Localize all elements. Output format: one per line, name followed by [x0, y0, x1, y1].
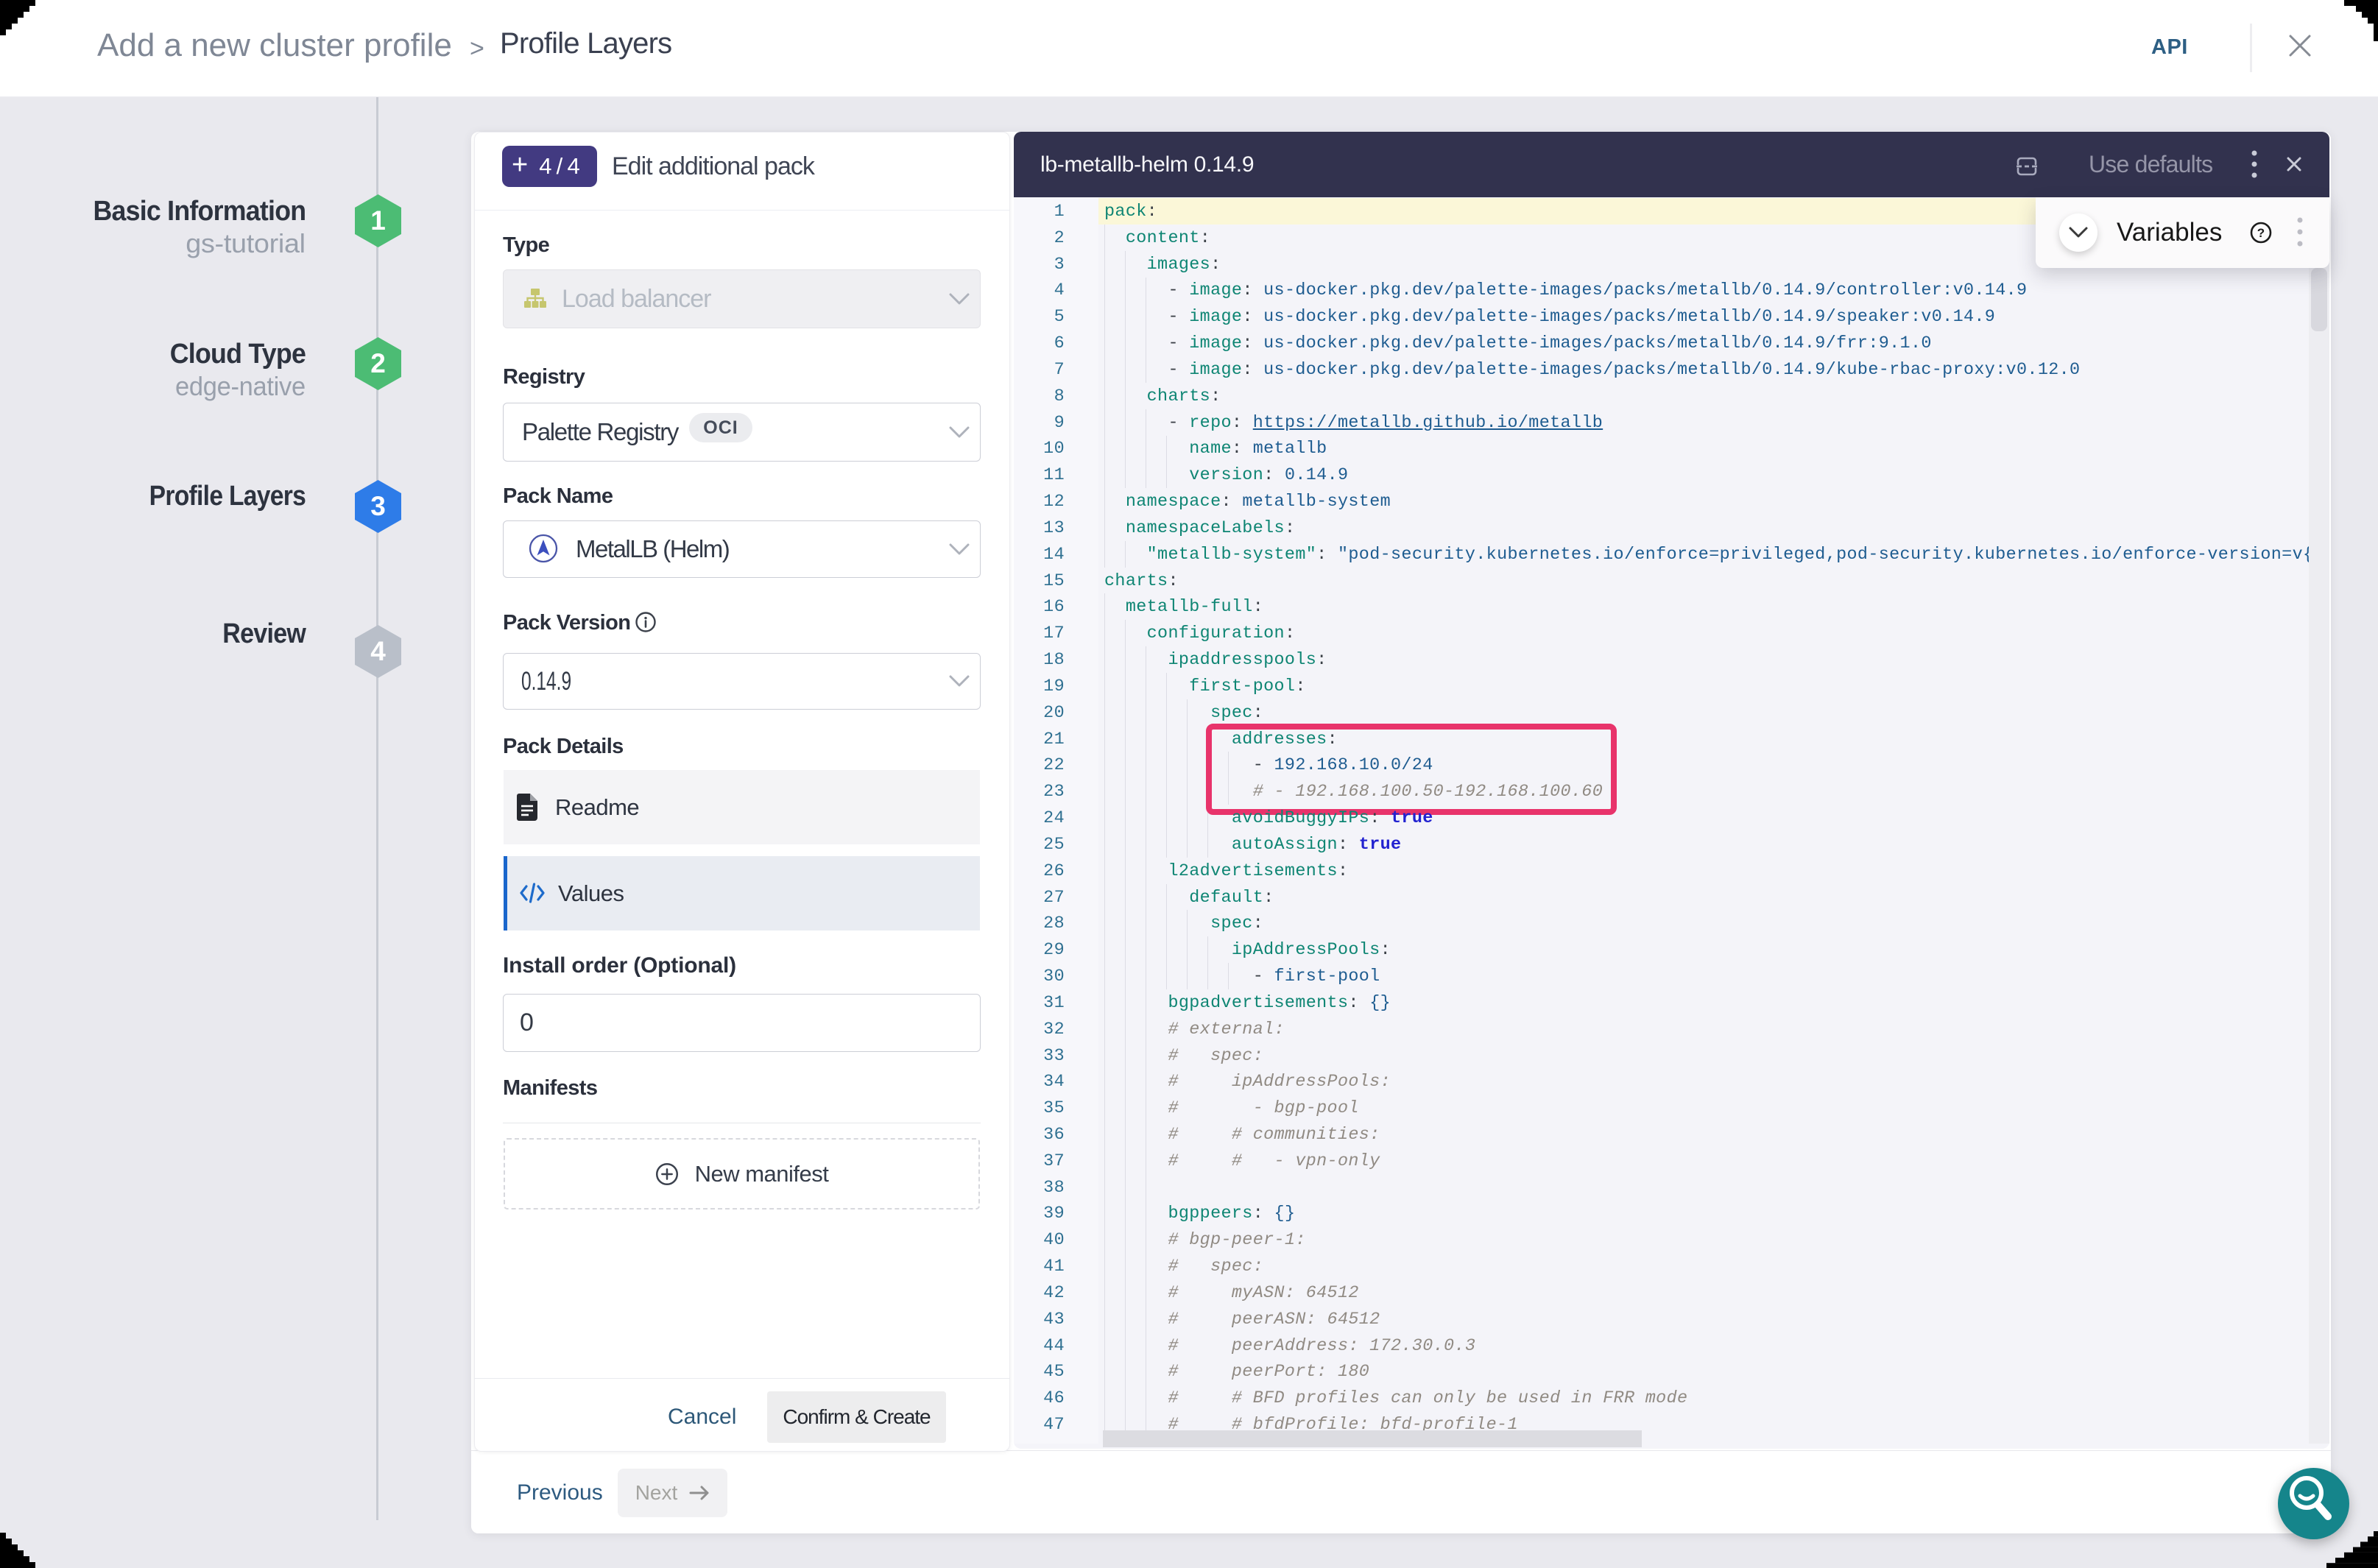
svg-text:?: ? [2257, 226, 2265, 240]
